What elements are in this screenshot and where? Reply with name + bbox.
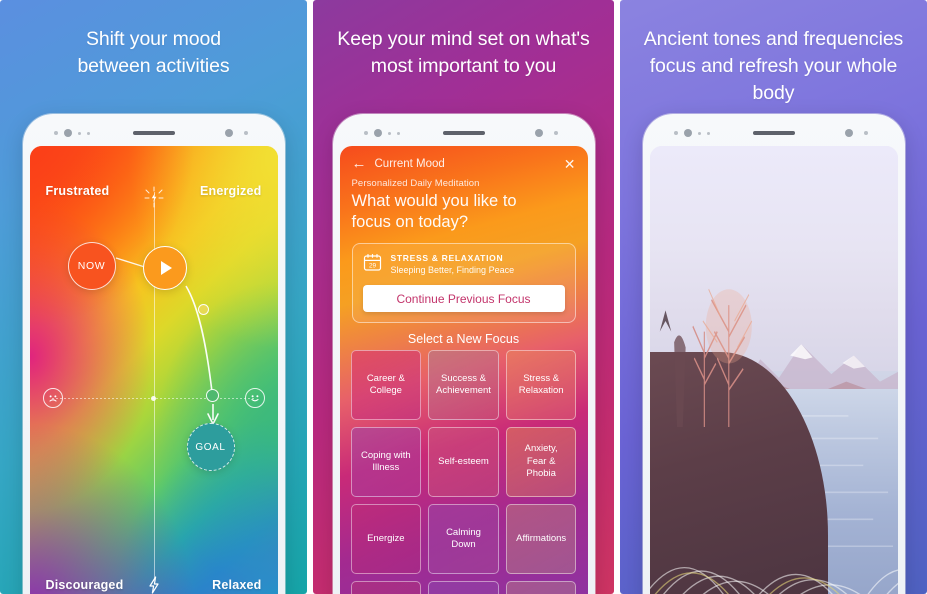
sensor-dots-left <box>363 129 400 137</box>
screenshot-gallery: Shift your mood between activities Frust… <box>0 0 927 594</box>
panel-focus-title: Keep your mind set on what's most import… <box>337 28 590 77</box>
sensor-dots-left <box>53 129 90 137</box>
phone-screen-focus: ← Current Mood ✕ Personalized Daily Medi… <box>339 146 588 594</box>
panel-tones-title: Ancient tones and frequencies focus and … <box>643 28 904 104</box>
phone-frame-tones <box>642 114 905 594</box>
sensor-dot-icon <box>697 131 701 135</box>
focus-tile[interactable]: Calming Down <box>428 504 499 574</box>
now-node[interactable]: NOW <box>67 242 116 290</box>
nature-photo <box>649 146 898 594</box>
camera-dot-icon <box>683 129 692 137</box>
camera-dot-icon <box>224 129 233 137</box>
focus-tile[interactable]: Energize <box>350 504 422 574</box>
focus-question: What would you like to focus on today? <box>351 192 517 231</box>
previous-focus-description: Sleeping Better, Finding Peace <box>390 265 515 275</box>
camera-dot-icon <box>63 129 72 137</box>
speaker-grill-icon <box>752 131 795 135</box>
sensor-dot-icon <box>553 131 558 135</box>
focus-tile-grid: Career & College Success & Achievement S… <box>340 350 588 594</box>
continue-previous-focus-button[interactable]: Continue Previous Focus <box>362 285 565 312</box>
phone-top-bar <box>340 120 588 146</box>
path-node-end[interactable] <box>205 389 219 402</box>
camera-dot-icon <box>534 129 543 137</box>
phone-screen-tones <box>649 146 898 594</box>
focus-tile[interactable]: Anxiety, Fear & Phobia <box>505 427 577 497</box>
phone-top-bar <box>30 120 278 146</box>
path-node-mid[interactable] <box>197 304 209 315</box>
focus-tile[interactable] <box>428 581 499 594</box>
sensor-dot-icon <box>53 131 58 135</box>
camera-dot-icon <box>373 129 382 137</box>
focus-header: ← Current Mood ✕ Personalized Daily Medi… <box>340 146 588 233</box>
sensor-dots-right <box>534 129 558 137</box>
sensor-dot-icon <box>387 131 391 135</box>
close-icon[interactable]: ✕ <box>564 157 576 171</box>
focus-tile[interactable]: Coping with Illness <box>350 427 422 497</box>
sensor-dot-icon <box>243 131 248 135</box>
focus-picker-screen: ← Current Mood ✕ Personalized Daily Medi… <box>339 146 588 594</box>
focus-tile[interactable] <box>350 581 422 594</box>
phone-frame-mood: Frustrated Energized Discouraged Relaxed <box>22 114 285 594</box>
phone-frame-focus: ← Current Mood ✕ Personalized Daily Medi… <box>332 114 595 594</box>
goal-node[interactable]: GOAL <box>186 423 235 471</box>
mood-grid[interactable]: Frustrated Energized Discouraged Relaxed <box>29 146 278 594</box>
sensor-dot-icon <box>863 131 868 135</box>
back-nav[interactable]: ← Current Mood <box>352 156 445 171</box>
sensor-dots-right <box>844 129 868 137</box>
previous-focus-row: 29 STRESS & RELAXATION Sleeping Better, … <box>363 253 565 275</box>
sound-wave-overlay <box>649 566 898 594</box>
focus-tile[interactable]: Success & Achievement <box>428 350 499 420</box>
previous-focus-card[interactable]: 29 STRESS & RELAXATION Sleeping Better, … <box>351 243 576 323</box>
sensor-dot-icon <box>77 131 81 135</box>
panel-tones: Ancient tones and frequencies focus and … <box>620 0 927 594</box>
focus-tile[interactable]: Self-esteem <box>428 427 499 497</box>
focus-tile[interactable]: Career & College <box>350 350 422 420</box>
panel-mood-title: Shift your mood between activities <box>77 28 230 77</box>
back-label: Current Mood <box>374 157 445 170</box>
tree-cluster <box>660 288 753 427</box>
previous-focus-title: STRESS & RELAXATION <box>390 253 504 263</box>
back-arrow-icon[interactable]: ← <box>352 156 367 171</box>
camera-dot-icon <box>844 129 853 137</box>
focus-tile[interactable]: Affirmations <box>505 504 577 574</box>
sensor-dots-left <box>673 129 710 137</box>
phone-screen-mood: Frustrated Energized Discouraged Relaxed <box>29 146 278 594</box>
play-icon <box>160 261 172 275</box>
speaker-grill-icon <box>442 131 485 135</box>
sensor-dots-right <box>224 129 248 137</box>
focus-tile[interactable] <box>505 581 577 594</box>
focus-subtitle: Personalized Daily Meditation <box>351 178 480 189</box>
previous-focus-text: STRESS & RELAXATION Sleeping Better, Fin… <box>391 253 515 275</box>
sensor-dot-icon <box>396 131 400 135</box>
panel-mood: Shift your mood between activities Frust… <box>0 0 307 594</box>
panel-focus: Keep your mind set on what's most import… <box>313 0 614 594</box>
speaker-grill-icon <box>132 131 175 135</box>
mood-path <box>115 257 219 425</box>
sensor-dot-icon <box>706 131 710 135</box>
focus-tile[interactable]: Stress & Relaxation <box>505 350 577 420</box>
play-button[interactable] <box>142 246 187 290</box>
sensor-dot-icon <box>673 131 678 135</box>
sensor-dot-icon <box>86 131 90 135</box>
calendar-icon: 29 <box>363 253 382 272</box>
select-new-focus-heading: Select a New Focus <box>407 332 520 346</box>
svg-text:29: 29 <box>368 262 376 269</box>
sensor-dot-icon <box>363 131 368 135</box>
phone-top-bar <box>650 120 898 146</box>
focus-navbar: ← Current Mood ✕ <box>352 156 576 171</box>
